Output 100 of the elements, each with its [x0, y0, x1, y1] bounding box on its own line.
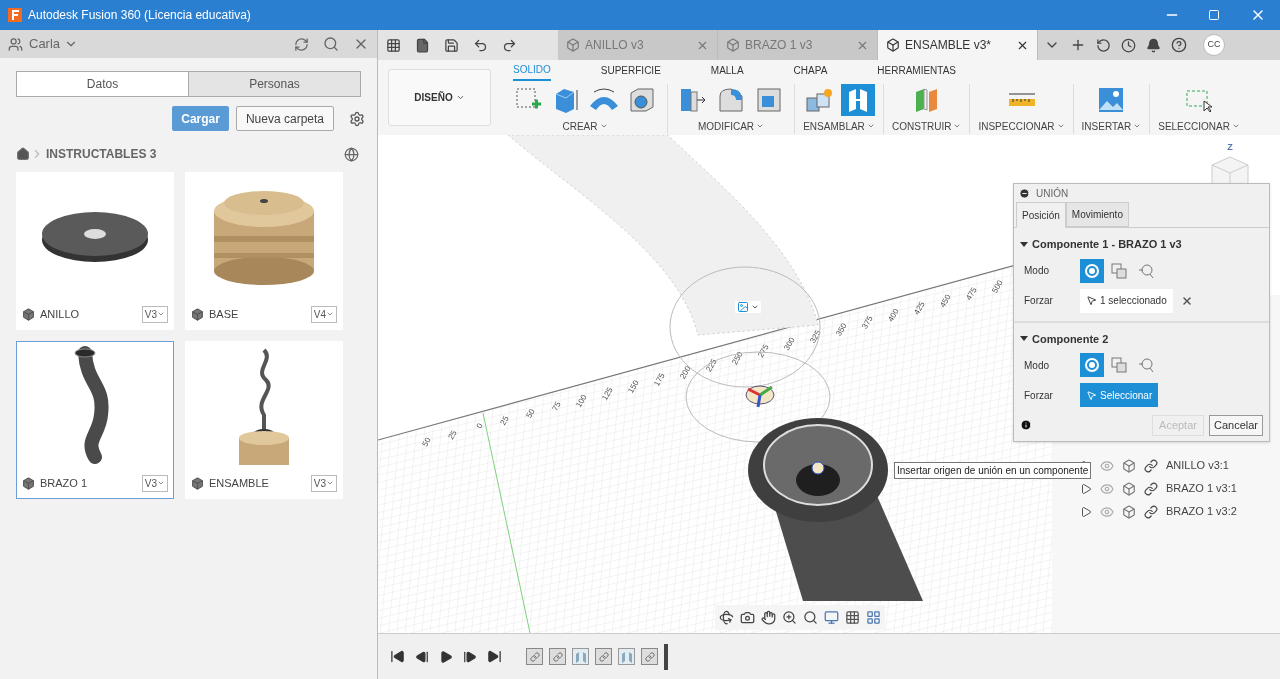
globe-icon[interactable] [344, 146, 359, 162]
tool-group-dropdown[interactable]: SELECCIONAR [1158, 118, 1240, 134]
joint-feature-icon[interactable] [572, 648, 589, 665]
file-card[interactable]: BASE V4 [185, 172, 343, 330]
clear-icon[interactable] [1180, 294, 1193, 307]
display-icon[interactable] [824, 610, 839, 625]
picture-dropdown[interactable] [735, 301, 761, 313]
component-feature-icon[interactable] [526, 648, 543, 665]
caret-icon [326, 310, 334, 318]
tool-group-dropdown[interactable]: MODIFICAR [697, 118, 765, 134]
ruler-label: 150 [626, 378, 641, 395]
user-name[interactable]: Carla [29, 34, 61, 54]
settings-icon[interactable] [349, 110, 365, 127]
section-toggle-icon[interactable] [1020, 336, 1028, 342]
collapse-icon[interactable] [1019, 187, 1030, 199]
zoom-icon[interactable] [782, 610, 797, 625]
file-menu-icon[interactable] [415, 37, 430, 53]
panel-tab[interactable]: Personas [188, 72, 360, 96]
undo-icon[interactable] [473, 37, 488, 53]
ribbon-tab[interactable]: SUPERFICIE [600, 61, 661, 81]
expand-icon[interactable] [1080, 482, 1092, 495]
tree-item-label[interactable]: BRAZO 1 v3:1 [1166, 480, 1237, 497]
component-feature-icon[interactable] [595, 648, 612, 665]
zoom-window-icon[interactable] [803, 610, 818, 625]
last-step-icon[interactable] [487, 649, 502, 664]
play-icon[interactable] [439, 649, 453, 664]
tool-group-dropdown[interactable]: INSPECCIONAR [978, 118, 1065, 134]
file-card[interactable]: ENSAMBLE V3 [185, 341, 343, 499]
file-card[interactable]: ANILLO V3 [16, 172, 174, 330]
tab-label: BRAZO 1 v3 [745, 37, 814, 54]
joint-feature-icon[interactable] [618, 648, 635, 665]
component-feature-icon[interactable] [641, 648, 658, 665]
caret-icon [157, 479, 165, 487]
ruler-label: 400 [886, 307, 901, 324]
eye-icon[interactable] [1100, 504, 1114, 519]
eye-icon[interactable] [1100, 481, 1114, 496]
file-name: ENSAMBLE [209, 475, 270, 491]
ribbon-tab[interactable]: CHAPA [793, 61, 828, 81]
save-icon[interactable] [444, 37, 459, 53]
caret-icon [157, 310, 165, 318]
previous-step-icon[interactable] [415, 649, 429, 664]
tool-group-dropdown[interactable]: ENSAMBLAR [803, 118, 875, 134]
help-icon[interactable] [1171, 37, 1187, 53]
apps-grid-icon[interactable] [386, 37, 401, 53]
new-tab-icon[interactable] [1070, 37, 1086, 53]
new-folder-button[interactable]: Nueva carpeta [235, 106, 334, 131]
pan-hand-icon[interactable] [761, 610, 776, 625]
workspace-dropdown[interactable]: DISEÑO [388, 69, 491, 126]
panel-tab[interactable]: Datos [17, 72, 188, 96]
tab-label: ENSAMBLE v3* [905, 37, 993, 54]
component-icon [1122, 481, 1136, 496]
next-step-icon[interactable] [463, 649, 477, 664]
file-card[interactable]: BRAZO 1 V3 [16, 341, 174, 499]
cancel-button[interactable]: Cancelar [1208, 415, 1263, 436]
bell-icon[interactable] [1146, 37, 1161, 53]
ribbon-tab[interactable]: MALLA [710, 61, 744, 81]
axis-triad-icon [745, 385, 775, 408]
document-tab[interactable]: ENSAMBLE v3* [878, 30, 1038, 60]
expand-icon[interactable] [1080, 505, 1092, 518]
version-dropdown[interactable]: V4 [310, 305, 337, 323]
camera-icon[interactable] [740, 610, 755, 625]
refresh-icon[interactable] [294, 36, 309, 52]
home-icon[interactable] [16, 147, 30, 161]
search-icon[interactable] [323, 36, 339, 52]
version-dropdown[interactable]: V3 [141, 305, 168, 323]
dialog-tab[interactable]: Posición [1016, 202, 1066, 228]
maximize-icon[interactable] [1208, 9, 1220, 21]
dialog-tab[interactable]: Movimiento [1065, 202, 1129, 227]
tool-group-dropdown[interactable]: CONSTRUIR [892, 118, 962, 134]
component-icon [1122, 458, 1136, 473]
tool-group-dropdown[interactable]: INSERTAR [1081, 118, 1142, 134]
component-feature-icon[interactable] [549, 648, 566, 665]
joint-mode-icon[interactable] [1080, 353, 1104, 377]
selection-button[interactable]: 1 seleccionado [1080, 288, 1173, 313]
breadcrumb-folder[interactable]: INSTRUCTABLES 3 [46, 145, 157, 163]
info-icon[interactable] [1020, 419, 1032, 432]
version-dropdown[interactable]: V3 [310, 474, 337, 492]
component-icon [726, 38, 740, 52]
tree-item-label[interactable]: BRAZO 1 v3:2 [1166, 503, 1237, 520]
grid-icon[interactable] [845, 610, 860, 625]
tool-group-dropdown[interactable]: CREAR [562, 118, 608, 134]
ribbon-tab[interactable]: HERRAMIENTAS [877, 61, 957, 81]
viewports-icon[interactable] [866, 610, 881, 625]
design-icon [22, 307, 35, 321]
user-avatar[interactable]: CC [1203, 34, 1225, 56]
clock-icon[interactable] [1121, 37, 1136, 53]
timeline-marker[interactable] [664, 643, 668, 670]
eye-icon[interactable] [1100, 458, 1114, 473]
caret-icon [1133, 122, 1142, 130]
joint-icon[interactable] [841, 83, 875, 116]
redo-icon[interactable] [502, 37, 517, 53]
first-step-icon[interactable] [390, 649, 405, 664]
orbit-icon[interactable] [719, 610, 734, 625]
ruler-label: 25 [446, 428, 459, 441]
version-dropdown[interactable]: V3 [141, 474, 168, 492]
ruler-label: 0 [474, 421, 485, 430]
selection-button[interactable]: Seleccionar [1080, 383, 1159, 407]
joint-mode-icon[interactable] [1080, 258, 1104, 283]
section-toggle-icon[interactable] [1020, 241, 1028, 247]
tree-item-label[interactable]: ANILLO v3:1 [1166, 457, 1229, 474]
